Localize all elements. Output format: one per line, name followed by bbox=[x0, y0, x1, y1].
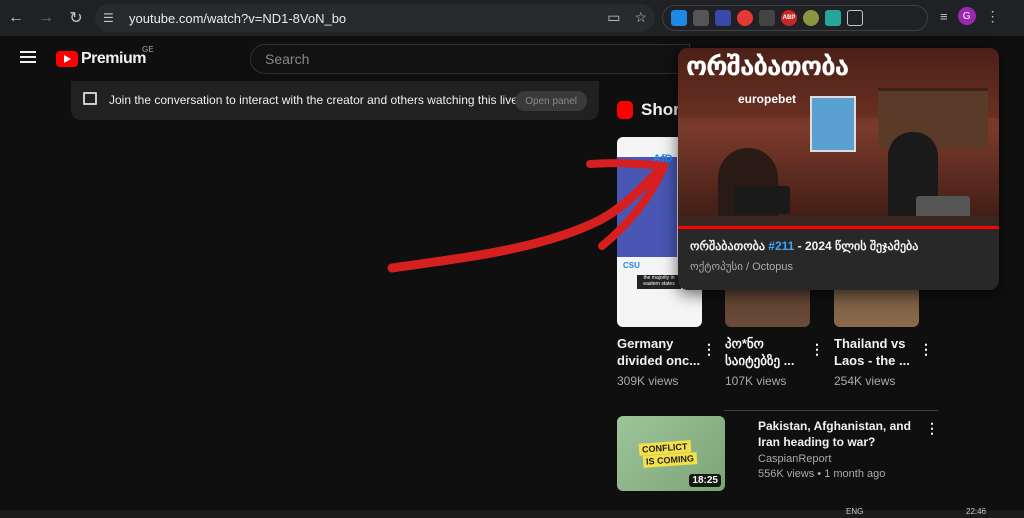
menu-icon[interactable] bbox=[20, 51, 36, 63]
extension-icon[interactable] bbox=[825, 10, 841, 26]
chat-icon bbox=[83, 92, 97, 105]
section-divider bbox=[724, 410, 938, 411]
adblock-icon[interactable]: ABP bbox=[781, 10, 797, 26]
extension-icon[interactable] bbox=[737, 10, 753, 26]
video-meta: 556K views • 1 month ago bbox=[758, 468, 886, 480]
forward-icon[interactable]: → bbox=[32, 4, 60, 32]
preview-title[interactable]: ორშაბათობა #211 - 2024 წლის შეჯამება bbox=[690, 239, 918, 253]
logo-text: Premium bbox=[81, 50, 146, 67]
video-title[interactable]: Pakistan, Afghanistan, and Iran heading … bbox=[758, 418, 928, 450]
address-bar[interactable]: ☰ youtube.com/watch?v=ND1-8VoN_bo ▭ ☆ bbox=[95, 4, 655, 32]
more-actions-icon[interactable]: ⋮ bbox=[925, 420, 939, 437]
more-actions-icon[interactable]: ⋮ bbox=[919, 341, 933, 358]
extension-icon[interactable] bbox=[671, 10, 687, 26]
video-thumbnail[interactable]: CONFLICT IS COMING 18:25 bbox=[617, 416, 725, 491]
youtube-play-icon bbox=[56, 51, 78, 67]
back-icon[interactable]: ← bbox=[2, 4, 30, 32]
shorts-icon bbox=[617, 101, 633, 119]
short-views: 309K views bbox=[617, 374, 679, 388]
extension-icon[interactable] bbox=[715, 10, 731, 26]
extension-icon[interactable] bbox=[693, 10, 709, 26]
puzzle-icon[interactable] bbox=[847, 10, 863, 26]
cast-icon[interactable]: ▭ bbox=[607, 9, 620, 26]
country-code: GE bbox=[142, 45, 154, 54]
system-clock[interactable]: 22:46 bbox=[966, 507, 986, 516]
profile-avatar[interactable]: G bbox=[957, 7, 976, 25]
open-panel-button[interactable]: Open panel bbox=[515, 91, 587, 111]
preview-progress-bar bbox=[678, 226, 999, 229]
live-chat-banner: Join the conversation to interact with t… bbox=[71, 81, 599, 120]
extensions-group: ABP bbox=[662, 5, 928, 31]
short-views: 107K views bbox=[725, 374, 787, 388]
short-title[interactable]: პო*ნო საიტებზე ... bbox=[725, 335, 810, 369]
more-actions-icon[interactable]: ⋮ bbox=[810, 341, 824, 358]
video-preview-popup[interactable]: ორშაბათობა europebet ორშაბათობა #211 - 2… bbox=[678, 48, 999, 290]
search-input[interactable]: Search bbox=[250, 44, 690, 74]
reload-icon[interactable]: ↻ bbox=[62, 4, 90, 32]
video-duration: 18:25 bbox=[689, 474, 721, 487]
short-title[interactable]: Thailand vs Laos - the ... bbox=[834, 335, 919, 369]
preview-channel[interactable]: ოქტოპუსი / Octopus bbox=[690, 260, 793, 273]
hashtag-link[interactable]: #211 bbox=[768, 239, 794, 253]
video-channel[interactable]: CaspianReport bbox=[758, 453, 831, 465]
more-actions-icon[interactable]: ⋮ bbox=[702, 341, 716, 358]
os-taskbar: ENG 22:46 bbox=[0, 507, 1024, 518]
language-indicator[interactable]: ENG bbox=[846, 507, 863, 516]
address-url[interactable]: youtube.com/watch?v=ND1-8VoN_bo bbox=[129, 11, 346, 26]
extension-icon[interactable] bbox=[759, 10, 775, 26]
chat-message: Join the conversation to interact with t… bbox=[109, 93, 538, 107]
preview-thumbnail[interactable]: ორშაბათობა europebet bbox=[678, 48, 999, 228]
reading-list-icon[interactable]: ≡ bbox=[940, 9, 948, 24]
youtube-logo[interactable]: Premium GE bbox=[56, 45, 154, 68]
bookmark-star-icon[interactable]: ☆ bbox=[634, 9, 647, 26]
extension-icon[interactable] bbox=[803, 10, 819, 26]
short-title[interactable]: Germany divided onc... bbox=[617, 335, 702, 369]
short-views: 254K views bbox=[834, 374, 896, 388]
site-info-icon[interactable]: ☰ bbox=[103, 11, 123, 25]
browser-toolbar: ← → ↻ ☰ youtube.com/watch?v=ND1-8VoN_bo … bbox=[0, 0, 1024, 36]
more-menu-icon[interactable]: ⋮ bbox=[986, 8, 1000, 25]
